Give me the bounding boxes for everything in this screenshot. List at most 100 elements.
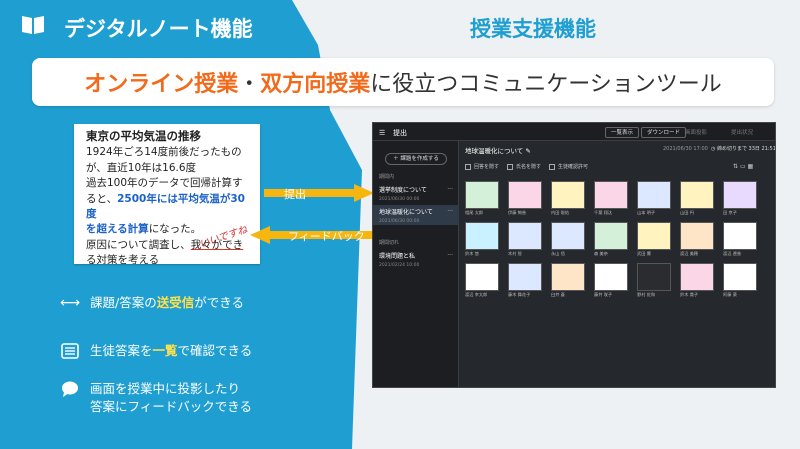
answer-tile[interactable]: 藤井 咲子 xyxy=(594,263,628,299)
status-button[interactable]: 提出状況 xyxy=(731,128,753,136)
hamburger-menu-icon[interactable]: ☰ xyxy=(379,129,385,137)
answer-thumbnail xyxy=(465,222,499,250)
answer-tile[interactable]: 田 京子 xyxy=(723,181,757,217)
create-assignment-button[interactable]: ＋ 課題を作成する xyxy=(385,153,447,165)
student-name: 阿藤 葵 xyxy=(723,292,737,297)
answer-tile[interactable]: 武田 響 xyxy=(637,222,671,258)
student-name: 臼井 蒼 xyxy=(551,292,565,297)
digital-note-card: 東京の平均気温の推移 1924年ごろ14度前後だったもの が、直近10年は16.… xyxy=(74,124,260,264)
student-name: 渡辺 美穂 xyxy=(680,251,699,256)
student-name: 鈴木 貴子 xyxy=(680,292,699,297)
answer-tile[interactable]: 臼井 蒼 xyxy=(551,263,585,299)
filter-checkboxes: 回答を隠す 氏名を隠す 生徒確認許可 xyxy=(465,163,588,170)
student-name: 山田 円 xyxy=(680,210,694,215)
answer-tile[interactable]: 鈴木 悠 xyxy=(465,222,499,258)
note-text: 原因について調査し、 xyxy=(86,238,191,251)
class-support-title: 授業支援機能 xyxy=(470,17,596,41)
headline-banner: オンライン授業・双方向授業 に役立つコミュニケーションツール xyxy=(32,58,774,106)
student-name: 山本 明子 xyxy=(637,210,656,215)
feature-text: 画面を授業中に投影したり xyxy=(90,381,241,396)
note-title: 東京の平均気温の推移 xyxy=(86,129,201,143)
section-open-label: 期間内 xyxy=(379,174,395,180)
sort-icon[interactable]: ⇅ xyxy=(733,163,738,170)
clock-icon: ◷ xyxy=(711,146,716,152)
checkbox-label: 生徒確認許可 xyxy=(557,164,588,170)
digital-note-title: デジタルノート機能 xyxy=(64,17,253,41)
open-book-icon xyxy=(22,16,44,34)
answer-thumbnail xyxy=(594,181,628,209)
answer-tile[interactable]: 渡辺 美穂 xyxy=(680,222,714,258)
feature-text: ができる xyxy=(194,295,244,310)
student-name: 永山 悟 xyxy=(551,251,565,256)
answer-tile[interactable]: 千葉 翔汰 xyxy=(594,181,628,217)
answer-thumbnail xyxy=(680,263,714,291)
assignment-title: 地球温暖化について ✎ xyxy=(465,145,531,155)
feature-text: 答案にフィードバックできる xyxy=(90,399,253,414)
student-name: 相尾 太郎 xyxy=(465,210,484,215)
answer-thumbnail xyxy=(594,263,628,291)
note-underlined-line: る対策を考える xyxy=(86,254,160,264)
answer-tile[interactable]: 野村 佐和 xyxy=(637,263,671,299)
section-closed-label: 期間切れ xyxy=(379,240,400,246)
answer-tile[interactable]: 藤木 舞花子 xyxy=(508,263,542,299)
sidebar-item-environment[interactable]: 環境問題と私 2021/02/24 10:00 ··· xyxy=(373,249,459,269)
download-button[interactable]: ダウンロード xyxy=(641,127,687,138)
window-title: 提出 xyxy=(393,129,407,137)
assignment-title-text: 地球温暖化について xyxy=(465,147,524,155)
speech-bubble-icon xyxy=(62,381,78,397)
sidebar-item-label: 環境問題と私 xyxy=(379,253,416,260)
feature-text: 生徒答案を xyxy=(90,343,153,358)
student-confirm-checkbox[interactable] xyxy=(548,163,555,170)
answer-tile[interactable]: 森 美奈 xyxy=(594,222,628,258)
submit-arrow-icon xyxy=(264,184,374,202)
edit-pencil-icon[interactable]: ✎ xyxy=(525,147,530,155)
note-text: になった。 xyxy=(148,223,202,236)
answer-tile[interactable]: 内田 聡佑 xyxy=(551,181,585,217)
sidebar-item-date: 2021/06/30 00:00 xyxy=(379,197,420,202)
hide-answers-checkbox[interactable] xyxy=(465,163,471,170)
student-name: 千葉 翔汰 xyxy=(594,210,613,215)
projection-button[interactable]: 画面投影 xyxy=(685,128,707,136)
feature-highlight: 一覧 xyxy=(152,343,178,358)
more-options-icon[interactable]: ··· xyxy=(447,186,453,193)
answer-tile[interactable]: 渡辺 遼香 xyxy=(723,222,757,258)
hide-names-checkbox[interactable] xyxy=(506,163,513,170)
sidebar-item-global-warming[interactable]: 地球温暖化について 2021/06/30 00:00 ··· xyxy=(373,205,459,225)
student-name: 伊藤 絢香 xyxy=(508,210,527,215)
more-options-icon[interactable]: ··· xyxy=(447,252,453,259)
banner-rest: に役立つコミュニケーションツール xyxy=(370,72,722,97)
double-arrow-icon: ⟷ xyxy=(60,295,81,311)
answer-tile[interactable]: 相尾 太郎 xyxy=(465,181,499,217)
app-titlebar: ☰ 提出 一覧表示 ダウンロード 画面投影 提出状況 xyxy=(373,123,775,141)
assignment-sidebar: ＋ 課題を作成する 期間内 選挙制度について 2021/06/30 00:00 … xyxy=(373,141,459,387)
answer-tile[interactable]: 山田 円 xyxy=(680,181,714,217)
answer-thumbnail xyxy=(508,181,542,209)
feature-text: 課題/答案の xyxy=(90,295,157,310)
answer-thumbnail xyxy=(465,181,499,209)
answer-tile[interactable]: 渡辺 幸太郎 xyxy=(465,263,499,299)
answer-thumbnail xyxy=(637,181,671,209)
list-icon xyxy=(61,343,79,359)
answer-thumbnail xyxy=(508,263,542,291)
answer-tile[interactable]: 永山 悟 xyxy=(551,222,585,258)
answer-thumbnail xyxy=(551,263,585,291)
more-options-icon[interactable]: ··· xyxy=(447,208,453,215)
student-name: 鈴木 悠 xyxy=(465,251,479,256)
answer-thumbnail xyxy=(723,222,757,250)
answer-tile[interactable]: 山本 明子 xyxy=(637,181,671,217)
assignment-date: 2021/06/30 17:00 xyxy=(663,146,708,152)
answer-tile[interactable]: 伊藤 絢香 xyxy=(508,181,542,217)
student-name: 渡辺 幸太郎 xyxy=(465,292,488,297)
grid-view-icon[interactable]: ▦ xyxy=(748,163,754,170)
student-name: 藤井 咲子 xyxy=(594,292,613,297)
answer-tile[interactable]: 阿藤 葵 xyxy=(723,263,757,299)
answer-tile[interactable]: 鈴木 貴子 xyxy=(680,263,714,299)
deadline-timer: ◷ 締め切りまで 33日 21:51 xyxy=(711,145,775,152)
answer-thumbnail xyxy=(551,181,585,209)
answer-tile[interactable]: 木村 智 xyxy=(508,222,542,258)
sidebar-item-election[interactable]: 選挙制度について 2021/06/30 00:00 ··· xyxy=(373,183,459,203)
app-window: ☰ 提出 一覧表示 ダウンロード 画面投影 提出状況 ＋ 課題を作成する 期間内… xyxy=(372,122,776,388)
single-view-icon[interactable]: ▭ xyxy=(740,163,746,170)
list-view-button[interactable]: 一覧表示 xyxy=(605,127,640,138)
student-name: 藤木 舞花子 xyxy=(508,292,531,297)
